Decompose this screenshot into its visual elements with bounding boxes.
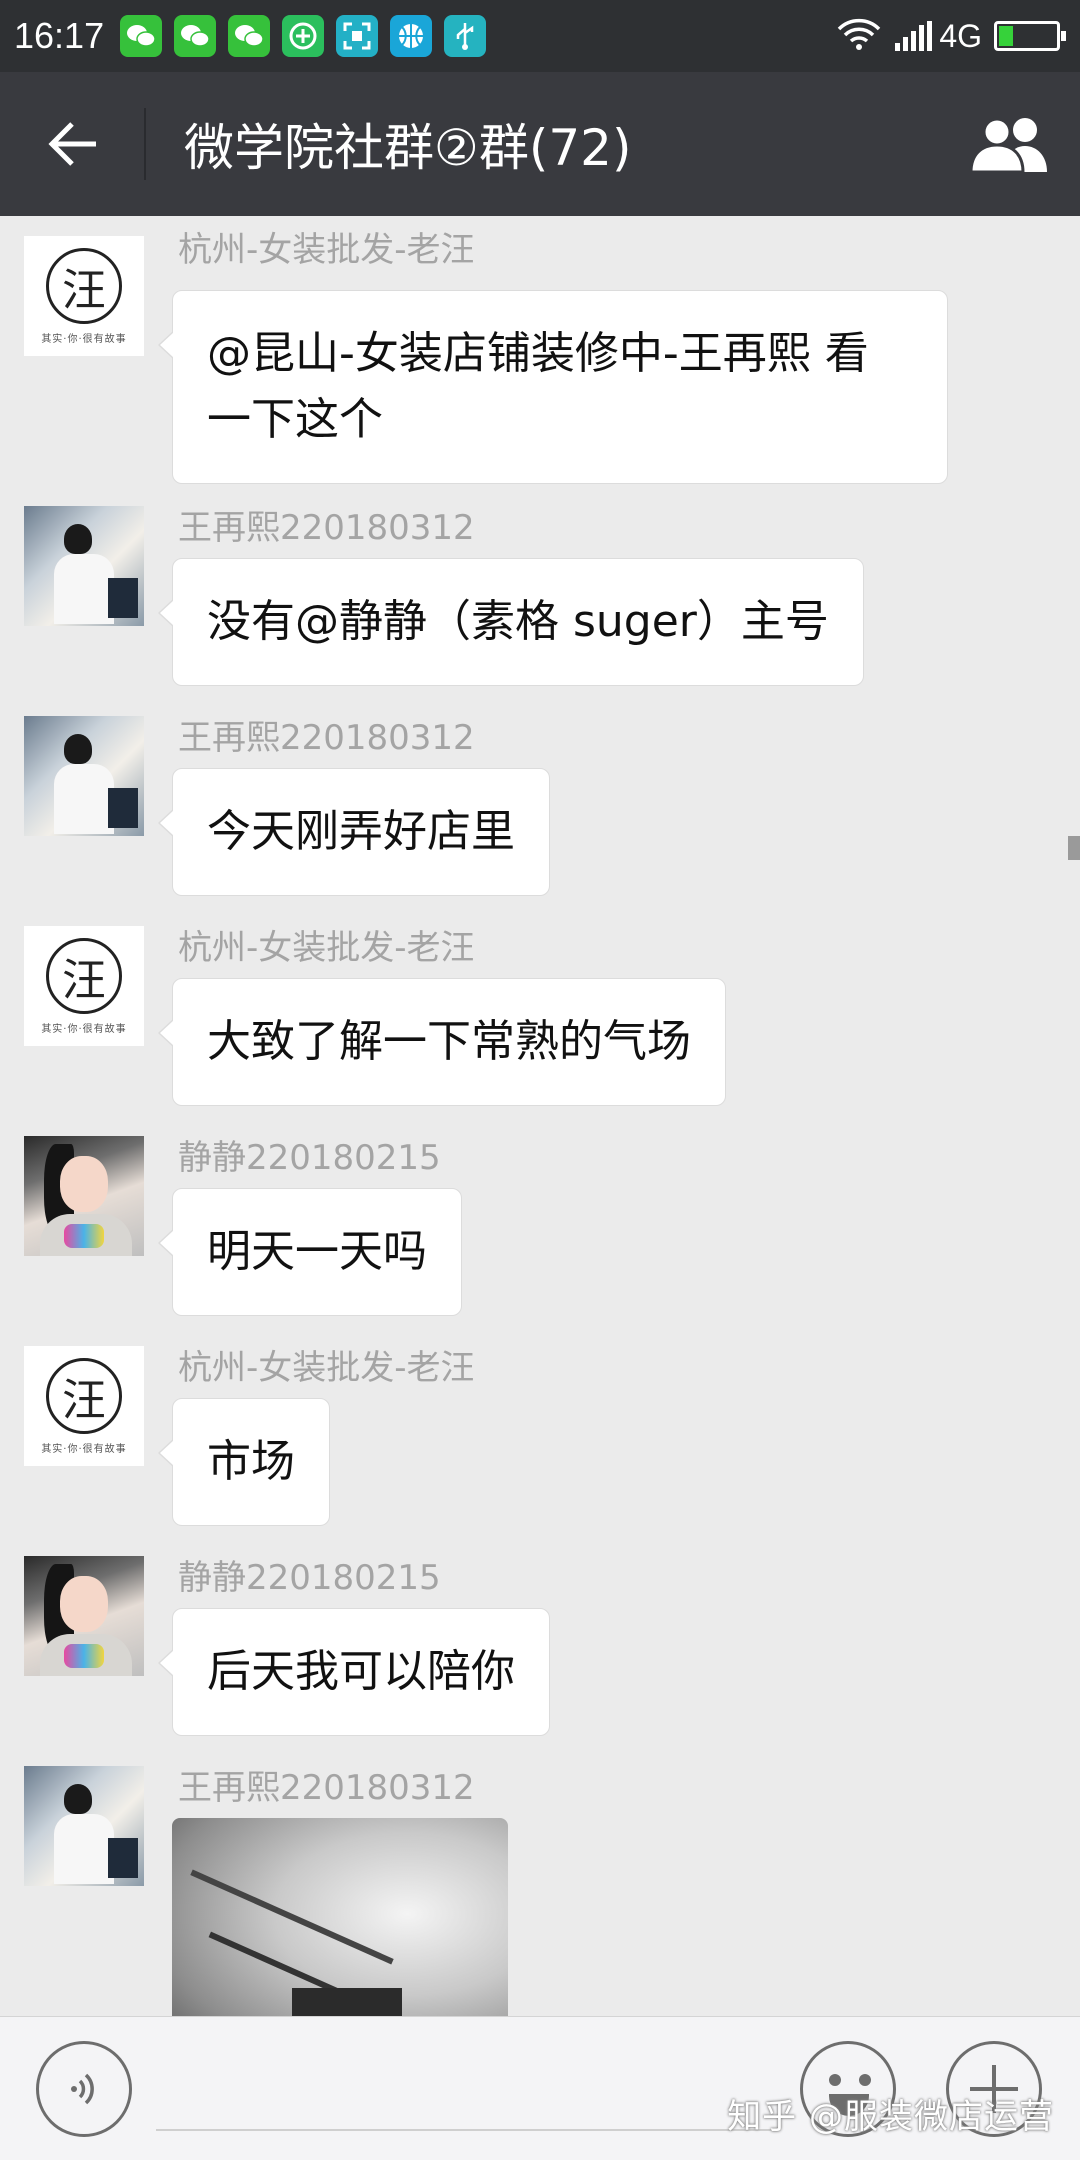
watermark-text: 知乎 @服装微店运营 [727,2097,1054,2137]
usb-icon [444,15,487,57]
scan-icon [336,15,379,57]
sender-name: 杭州-女装批发-老汪 [178,1348,475,1388]
battery-icon [994,21,1066,51]
logo-avatar-tagline: 其实·你·很有故事 [41,333,127,345]
sender-name: 杭州-女装批发-老汪 [178,928,475,968]
back-button[interactable] [0,72,144,216]
status-bar: 16:17 4G [0,0,1080,72]
battery-fill [999,26,1013,46]
image-message[interactable] [172,1818,508,2016]
voice-input-button[interactable] [36,2041,132,2137]
group-members-icon [969,117,1047,174]
message-bubble[interactable]: 没有@静静（素格 suger）主号 [158,558,864,686]
sender-name: 静静220180215 [178,1138,441,1178]
plus-app-icon [282,15,325,57]
sender-name: 王再熙220180312 [178,718,475,758]
chat-title: 微学院社群②群(72) [184,119,632,177]
scrollbar-thumb[interactable] [1068,836,1080,860]
sender-name: 王再熙220180312 [178,508,475,548]
sender-avatar[interactable] [24,506,144,626]
message-bubble[interactable]: 大致了解一下常熟的气场 [158,978,726,1106]
message-input[interactable] [156,2047,776,2131]
title-divider [144,108,146,180]
back-arrow-icon [48,122,96,166]
sender-avatar[interactable]: 汪 其实·你·很有故事 [24,926,144,1046]
sender-avatar[interactable]: 汪 其实·你·很有故事 [24,1346,144,1466]
sender-name: 杭州-女装批发-老汪 [178,230,475,270]
wechat-icon [174,15,217,57]
logo-avatar-mark: 汪 [46,1357,122,1434]
message-bubble[interactable]: @昆山-女装店铺装修中-王再熙 看 一下这个 [158,290,948,484]
sender-name: 静静220180215 [178,1558,441,1598]
message-bubble[interactable]: 后天我可以陪你 [158,1608,550,1736]
wechat-icon [120,15,163,57]
status-time: 16:17 [14,15,105,56]
network-label: 4G [939,17,982,54]
message-bubble[interactable]: 市场 [158,1398,330,1526]
sender-avatar[interactable] [24,1556,144,1676]
sender-name: 王再熙220180312 [178,1768,475,1808]
message-text-line: @昆山-女装店铺装修中-王再熙 看 [207,328,869,379]
wechat-icon [228,15,271,57]
wifi-icon [837,17,881,55]
logo-avatar-tagline: 其实·你·很有故事 [41,1443,127,1455]
signal-icon [895,21,935,51]
voice-icon [71,2073,94,2105]
group-members-button[interactable] [940,72,1080,216]
message-text-line: 一下这个 [207,394,383,445]
message-bubble[interactable]: 明天一天吗 [158,1188,462,1316]
basketball-icon [390,15,433,57]
emoji-icon-eye [829,2074,841,2086]
logo-avatar-tagline: 其实·你·很有故事 [41,1023,127,1035]
sender-avatar[interactable]: 汪 其实·你·很有故事 [24,236,144,356]
sender-avatar[interactable] [24,716,144,836]
input-bar: 知乎 @服装微店运营 [0,2016,1080,2160]
sender-avatar[interactable] [24,1136,144,1256]
title-bar: 微学院社群②群(72) [0,72,1080,216]
sender-avatar[interactable] [24,1766,144,1886]
emoji-icon-eye [859,2074,871,2086]
logo-avatar-mark: 汪 [46,247,122,324]
logo-avatar-mark: 汪 [46,937,122,1014]
message-bubble[interactable]: 今天刚弄好店里 [158,768,550,896]
chat-message-list[interactable]: 汪 其实·你·很有故事 杭州-女装批发-老汪 @昆山-女装店铺装修中-王再熙 看… [0,216,1080,2016]
